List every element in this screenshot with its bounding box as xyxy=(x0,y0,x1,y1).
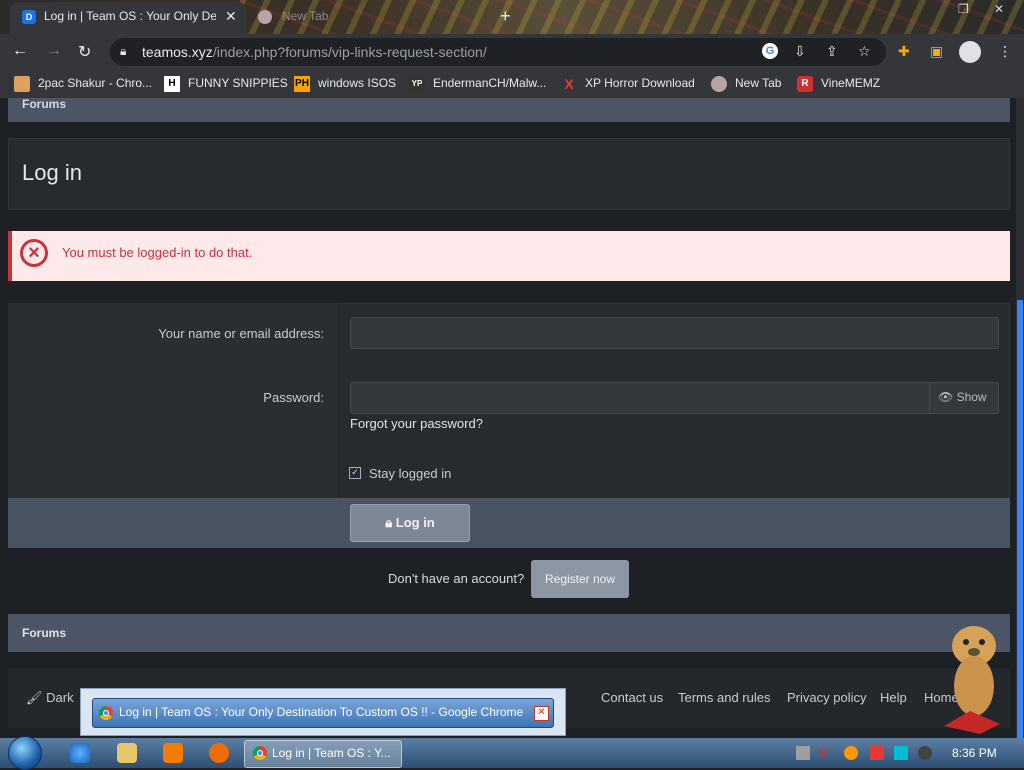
login-button[interactable]: 🔒︎ Log in xyxy=(350,504,470,542)
password-field-label: Password: xyxy=(263,390,324,405)
desktop-pet-image xyxy=(944,626,1000,734)
media-player-icon[interactable] xyxy=(163,743,183,763)
forward-arrow-icon[interactable]: → xyxy=(46,42,62,60)
bookmark-yp-icon: YP xyxy=(409,76,425,92)
bookmark-h-icon: H xyxy=(164,76,180,92)
show-password-button[interactable]: 👁︎ Show xyxy=(929,382,999,414)
taskbar-preview-title: Log in | Team OS : Your Only Destination… xyxy=(119,705,524,719)
bookmark-2pac[interactable]: 2pac Shakur - Chro... xyxy=(38,76,152,90)
page-title: Log in xyxy=(22,160,82,185)
form-submit-row xyxy=(8,498,1010,548)
lock-icon: 🔒︎ xyxy=(385,515,393,530)
scrollbar-thumb[interactable] xyxy=(1017,300,1023,738)
new-tab-favicon-icon xyxy=(258,10,272,24)
bookmark-ph-icon: PH xyxy=(294,76,310,92)
bookmark-r-icon: R xyxy=(797,76,813,92)
chrome-icon xyxy=(253,746,267,760)
reload-icon[interactable]: ↻ xyxy=(78,42,91,62)
bookmark-image-icon xyxy=(14,76,30,92)
file-explorer-icon[interactable] xyxy=(117,743,137,763)
name-field-label: Your name or email address: xyxy=(158,326,324,341)
lock-icon[interactable]: 🔒︎ xyxy=(120,44,126,59)
breadcrumb-bottom xyxy=(8,614,1010,652)
stay-logged-in-checkbox[interactable]: ✓ xyxy=(349,467,361,479)
chrome-icon xyxy=(99,706,113,720)
breadcrumb xyxy=(8,98,1010,122)
url-text[interactable]: teamos.xyz/index.php?forums/vip-links-re… xyxy=(142,44,487,60)
close-preview-icon[interactable]: ✕ xyxy=(534,706,549,721)
style-chooser-link[interactable]: 🖌︎ Dark xyxy=(26,690,74,706)
bookmark-vinememz[interactable]: VineMEMZ xyxy=(821,76,880,90)
close-window-icon[interactable]: ✕ xyxy=(994,2,1004,16)
error-message: You must be logged-in to do that. xyxy=(62,245,253,260)
bookmark-xp-horror[interactable]: XP Horror Download xyxy=(585,76,695,90)
tab-active-title: Log in | Team OS : Your Only Destination xyxy=(44,9,216,23)
bookmark-globe-icon xyxy=(711,76,727,92)
new-tab-plus-icon[interactable]: + xyxy=(500,6,511,27)
site-favicon-icon: D xyxy=(22,10,36,24)
form-divider xyxy=(338,303,339,498)
bookmark-windows-isos[interactable]: windows ISOS xyxy=(318,76,396,90)
bookmark-funny-snippies[interactable]: FUNNY SNIPPIES xyxy=(188,76,288,90)
tray-monitor-icon[interactable] xyxy=(894,746,908,760)
password-input[interactable] xyxy=(350,382,999,414)
tray-app-icon[interactable] xyxy=(796,746,810,760)
close-tab-icon[interactable]: ✕ xyxy=(225,8,237,25)
bookmark-star-icon[interactable]: ☆ xyxy=(858,43,871,60)
register-prompt: Don't have an account? xyxy=(388,571,525,586)
tray-search-icon[interactable] xyxy=(844,746,858,760)
tab-inactive-title[interactable]: New Tab xyxy=(282,9,328,23)
internet-explorer-icon[interactable] xyxy=(70,743,90,763)
breadcrumb-forums-link[interactable]: Forums xyxy=(22,97,66,111)
bookmark-x-icon: X xyxy=(564,76,574,92)
share-icon[interactable]: ⇪ xyxy=(826,43,838,60)
profile-avatar[interactable] xyxy=(959,41,981,63)
bookmark-endermanch[interactable]: EndermanCH/Malw... xyxy=(433,76,546,90)
breadcrumb-bottom-forums-link[interactable]: Forums xyxy=(22,626,66,640)
back-arrow-icon[interactable]: ← xyxy=(12,42,28,60)
error-x-icon: × xyxy=(20,239,48,267)
eye-icon: 👁︎ xyxy=(938,390,954,404)
page-title-block xyxy=(8,138,1010,210)
footer-terms[interactable]: Terms and rules xyxy=(678,690,770,705)
install-app-icon[interactable]: ⇩ xyxy=(794,43,806,60)
footer-help[interactable]: Help xyxy=(880,690,907,705)
taskbar-task-label: Log in | Team OS : Y... xyxy=(272,746,391,760)
app-launcher-icon[interactable] xyxy=(209,743,229,763)
login-button-label: Log in xyxy=(395,515,435,530)
show-password-label: Show xyxy=(956,390,987,404)
side-panel-icon[interactable]: ▣ xyxy=(930,43,943,60)
menu-kebab-icon[interactable]: ⋮ xyxy=(998,43,1012,60)
google-lens-icon[interactable]: G xyxy=(762,43,778,59)
register-now-button[interactable]: Register now xyxy=(531,560,629,598)
tray-volume-icon[interactable] xyxy=(918,746,932,760)
bookmark-new-tab[interactable]: New Tab xyxy=(735,76,781,90)
stay-logged-in-label[interactable]: Stay logged in xyxy=(369,466,451,481)
start-button[interactable] xyxy=(8,736,42,770)
footer-contact-us[interactable]: Contact us xyxy=(601,690,663,705)
footer-privacy[interactable]: Privacy policy xyxy=(787,690,866,705)
style-chooser-label: Dark xyxy=(46,690,74,705)
tray-v-icon[interactable]: V xyxy=(818,746,832,760)
name-email-input[interactable] xyxy=(350,317,999,349)
forgot-password-link[interactable]: Forgot your password? xyxy=(350,416,483,431)
tray-flag-icon[interactable] xyxy=(870,746,884,760)
restore-window-icon[interactable]: ❐ xyxy=(958,2,969,16)
brush-icon: 🖌︎ xyxy=(26,690,43,705)
taskbar-clock[interactable]: 8:36 PM xyxy=(952,746,997,760)
extensions-puzzle-icon[interactable]: ✚ xyxy=(898,43,910,60)
